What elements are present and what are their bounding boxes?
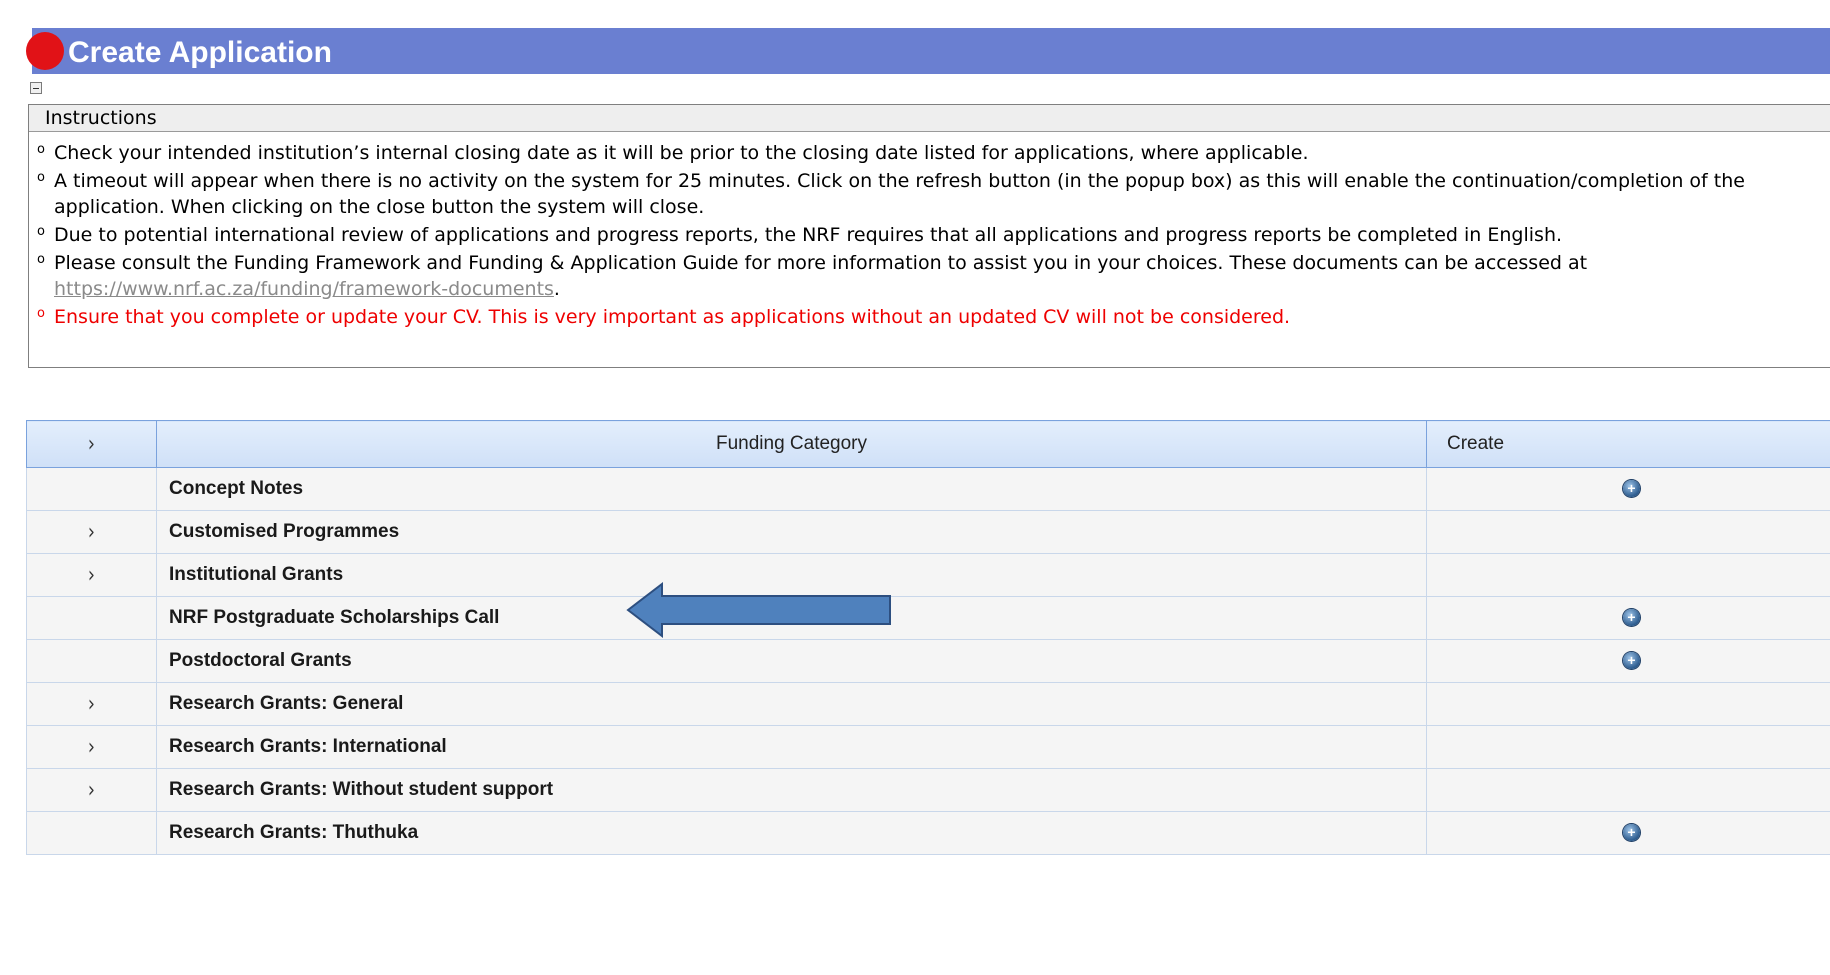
table-row[interactable]: NRF Postgraduate Scholarships Call + [26, 596, 1830, 640]
chevron-right-icon[interactable]: › [88, 520, 95, 545]
instructions-heading: Instructions [29, 105, 1830, 132]
table-row[interactable]: Research Grants: Thuthuka + [26, 811, 1830, 855]
funding-category-label: Research Grants: Thuthuka [156, 811, 1427, 855]
add-circle-icon[interactable]: + [1623, 652, 1640, 670]
funding-category-label: Concept Notes [156, 467, 1427, 511]
instruction-text: Due to potential international review of… [54, 224, 1563, 246]
row-expand-cell[interactable]: › [26, 768, 157, 812]
funding-category-label: Postdoctoral Grants [156, 639, 1427, 683]
table-body: Concept Notes + › Customised Programmes › Ins… [26, 467, 1830, 855]
row-expand-cell [26, 467, 157, 511]
create-cell: + [1426, 596, 1830, 640]
table-row[interactable]: Postdoctoral Grants + [26, 639, 1830, 683]
funding-category-table: › Funding Category Create Concept Notes +… [26, 420, 1830, 855]
instruction-item: o A timeout will appear when there is no … [29, 168, 1830, 220]
row-expand-cell[interactable]: › [26, 553, 157, 597]
page-title: Create Application [68, 36, 332, 69]
instructions-list: o Check your intended institution’s inter… [29, 132, 1830, 330]
bullet-icon: o [37, 170, 45, 185]
add-circle-icon[interactable]: + [1623, 480, 1640, 498]
create-cell: + [1426, 811, 1830, 855]
instruction-text: Check your intended institution’s intern… [54, 142, 1309, 164]
chevron-right-icon[interactable]: › [88, 778, 95, 803]
status-dot-icon [26, 32, 64, 70]
table-row[interactable]: Concept Notes + [26, 467, 1830, 511]
create-cell: + [1426, 639, 1830, 683]
bullet-icon: o [37, 224, 45, 239]
expand-all-header[interactable]: › [26, 420, 157, 468]
bullet-icon: o [37, 306, 45, 321]
collapse-instructions-button[interactable] [30, 82, 42, 94]
table-row[interactable]: › Research Grants: General [26, 682, 1830, 726]
column-header-create[interactable]: Create [1426, 420, 1830, 468]
chevron-right-icon[interactable]: › [88, 692, 95, 717]
create-cell: + [1426, 467, 1830, 511]
row-expand-cell[interactable]: › [26, 510, 157, 554]
instruction-text: A timeout will appear when there is no a… [54, 170, 1745, 218]
instruction-item-warning: o Ensure that you complete or update your… [29, 304, 1830, 330]
framework-documents-link[interactable]: https://www.nrf.ac.za/funding/framework-… [54, 278, 554, 300]
row-expand-cell [26, 596, 157, 640]
row-expand-cell [26, 811, 157, 855]
chevron-right-icon: › [87, 431, 96, 457]
row-expand-cell[interactable]: › [26, 682, 157, 726]
instruction-text: . [553, 278, 560, 300]
chevron-right-icon[interactable]: › [88, 735, 95, 760]
bullet-icon: o [37, 252, 45, 267]
row-expand-cell [26, 639, 157, 683]
add-circle-icon[interactable]: + [1623, 824, 1640, 842]
bullet-icon: o [37, 142, 45, 157]
instructions-panel: Instructions o Check your intended instit… [28, 104, 1830, 368]
table-row[interactable]: › Research Grants: International [26, 725, 1830, 769]
left-arrow-icon [626, 582, 891, 638]
column-header-funding-category[interactable]: Funding Category [156, 420, 1427, 468]
add-circle-icon[interactable]: + [1623, 609, 1640, 627]
funding-category-label: Customised Programmes [156, 510, 1427, 554]
instruction-item: o Check your intended institution’s inter… [29, 140, 1830, 166]
table-header-row: › Funding Category Create [26, 420, 1830, 468]
table-row[interactable]: › Institutional Grants [26, 553, 1830, 597]
instruction-item: o Due to potential international review o… [29, 222, 1830, 248]
create-cell [1426, 682, 1830, 726]
funding-category-label: Research Grants: Without student support [156, 768, 1427, 812]
funding-category-label: Research Grants: International [156, 725, 1427, 769]
instruction-item: o Please consult the Funding Framework an… [29, 250, 1830, 302]
table-row[interactable]: › Customised Programmes [26, 510, 1830, 554]
row-expand-cell[interactable]: › [26, 725, 157, 769]
chevron-right-icon[interactable]: › [88, 563, 95, 588]
instruction-text: Ensure that you complete or update your … [54, 306, 1291, 328]
create-cell [1426, 725, 1830, 769]
table-row[interactable]: › Research Grants: Without student suppor… [26, 768, 1830, 812]
create-cell [1426, 553, 1830, 597]
instruction-text: Please consult the Funding Framework and… [54, 252, 1588, 274]
create-application-page: Create Application Instructions o Check y… [0, 0, 1830, 975]
funding-category-label: Research Grants: General [156, 682, 1427, 726]
create-cell [1426, 510, 1830, 554]
create-cell [1426, 768, 1830, 812]
